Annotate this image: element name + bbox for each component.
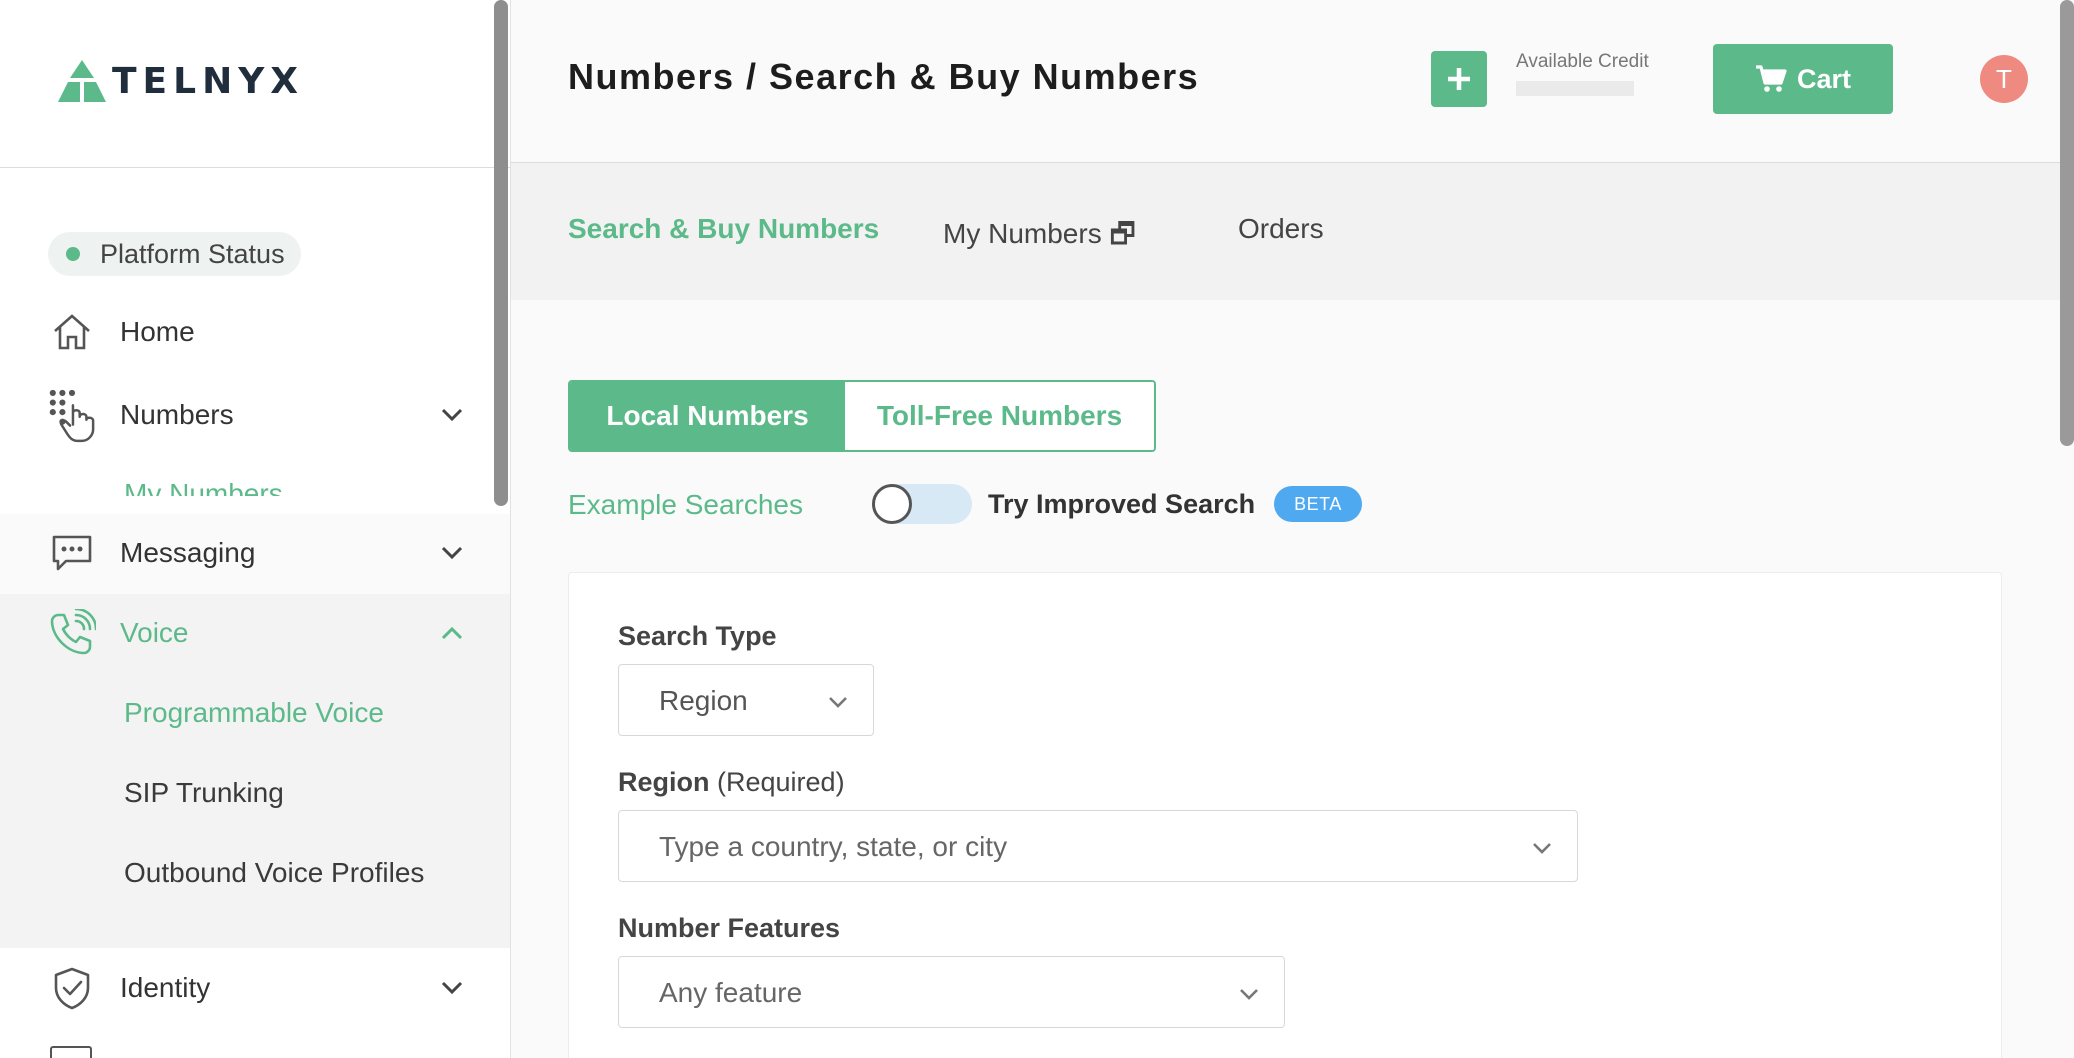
sidebar-subitem-my-numbers[interactable]: My Numbers [124,480,283,496]
plus-icon [1448,68,1470,90]
add-button[interactable] [1431,51,1487,107]
chevron-up-icon [440,621,464,645]
sidebar-subitem-outbound-voice-profiles[interactable]: Outbound Voice Profiles [124,857,424,889]
sidebar-item-label: Numbers [120,399,234,430]
number-type-toggle: Local Numbers Toll-Free Numbers [568,380,1156,452]
region-required-text: (Required) [717,767,845,797]
improved-search-label: Try Improved Search [988,489,1256,519]
sidebar-header: TELNYX [0,0,510,168]
top-bar: Numbers / Search & Buy Numbers Available… [511,0,2074,163]
sidebar-item-label: Identity [120,972,211,1003]
number-features-value: Any feature [659,977,803,1008]
message-icon [48,529,96,577]
sidebar-subitem-sip-trunking[interactable]: SIP Trunking [124,777,284,809]
region-label-text: Region [618,767,710,797]
phone-icon [48,609,96,657]
search-type-select[interactable]: Region [618,664,874,736]
video-icon [50,1046,92,1058]
tab-orders[interactable]: Orders [1238,213,1324,245]
beta-badge: BETA [1274,486,1362,522]
sidebar-subitem-programmable-voice[interactable]: Programmable Voice [124,697,384,729]
toggle-knob [872,484,912,524]
avatar[interactable]: T [1980,55,2028,103]
sidebar-item-identity[interactable]: Identity [0,950,510,1026]
shield-check-icon [48,964,96,1012]
tab-search-buy-numbers[interactable]: Search & Buy Numbers [568,213,879,245]
region-label: Region (Required) [618,767,845,798]
platform-status-label: Platform Status [100,238,285,269]
search-type-label: Search Type [618,621,777,651]
status-dot-icon [66,247,80,261]
available-credit-value-placeholder [1516,81,1634,96]
cart-label: Cart [1796,63,1851,94]
region-input[interactable]: Type a country, state, or city [618,810,1578,882]
chevron-down-icon [440,976,464,1000]
chevron-down-icon [1240,989,1258,1000]
cart-icon [1755,65,1787,92]
region-placeholder: Type a country, state, or city [659,831,1008,862]
cart-button[interactable]: Cart [1713,44,1893,114]
chevron-down-icon [1533,843,1551,854]
sidebar-item-label: Voice [120,617,189,648]
logo-mark-icon [58,60,106,102]
sidebar-subitem-label: My Numbers [124,480,283,496]
available-credit-label: Available Credit [1516,51,1649,72]
page-title: Numbers / Search & Buy Numbers [568,56,1200,97]
page-scrollbar[interactable] [2060,0,2074,446]
search-type-value: Region [659,685,748,716]
tabs-bar: Search & Buy Numbers My Numbers 🗗 Orders [511,163,2074,300]
tab-my-numbers[interactable]: My Numbers 🗗 [943,213,1136,261]
platform-status-pill[interactable]: Platform Status [48,232,301,276]
chevron-down-icon [440,403,464,427]
sidebar-item-numbers[interactable]: Numbers [0,377,510,453]
logo-wordmark: TELNYX [112,60,305,102]
dialpad-icon [48,389,96,443]
number-features-select[interactable]: Any feature [618,956,1285,1028]
chevron-down-icon [829,697,847,708]
sidebar-item-label: Home [120,316,195,347]
chevron-down-icon [440,541,464,565]
number-features-label: Number Features [618,913,841,943]
sidebar-item-voice[interactable]: Voice [0,595,510,671]
toll-free-numbers-button[interactable]: Toll-Free Numbers [845,382,1154,450]
sidebar-item-label: Messaging [120,537,256,568]
home-icon [48,308,96,356]
local-numbers-button[interactable]: Local Numbers [570,382,845,450]
sidebar-item-messaging[interactable]: Messaging [0,515,510,591]
improved-search-toggle[interactable] [872,484,972,524]
telnyx-logo[interactable]: TELNYX [58,60,304,102]
sidebar: TELNYX Platform Status Home Numbers My N… [0,0,511,1058]
sidebar-item-home[interactable]: Home [0,294,510,370]
example-searches-link[interactable]: Example Searches [568,489,803,521]
